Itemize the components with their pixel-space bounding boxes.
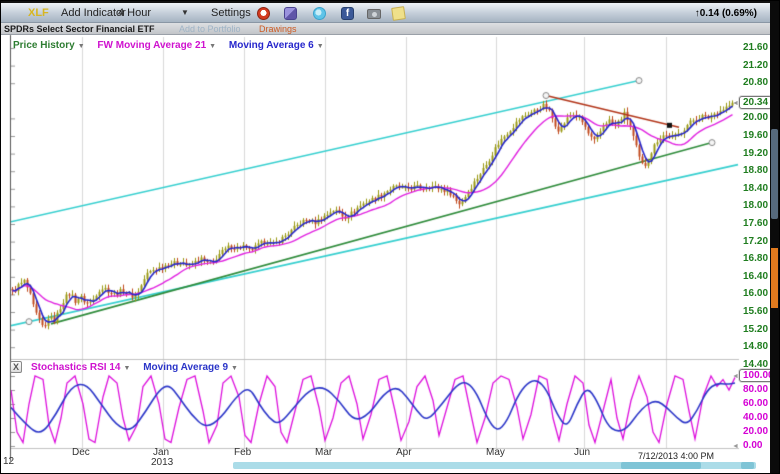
- scrollbar-marker: [771, 248, 778, 308]
- chart-canvas[interactable]: [1, 1, 780, 474]
- year-label: 2013: [151, 457, 173, 468]
- month-label: May: [486, 447, 505, 458]
- month-label: Apr: [396, 447, 412, 458]
- price-tick-label: 20.80: [743, 77, 768, 88]
- chevron-down-icon[interactable]: ▼: [78, 43, 85, 50]
- price-tick-label: 16.80: [743, 253, 768, 264]
- chevron-down-icon[interactable]: ▼: [123, 365, 130, 372]
- ma21-dropdown[interactable]: FW Moving Average 21: [97, 40, 206, 51]
- price-history-dropdown[interactable]: Price History: [13, 40, 75, 51]
- stoch-marker-arrow-icon: ◄: [732, 443, 739, 450]
- price-tick-label: 14.80: [743, 341, 768, 352]
- stoch-marker-arrow-icon: ◄: [732, 373, 739, 380]
- price-tick-label: 21.60: [743, 42, 768, 53]
- last-update-timestamp: 7/12/2013 4:00 PM: [638, 451, 714, 461]
- indicator-pane-legend: Stochastics RSI 14▼ Moving Average 9▼: [31, 362, 238, 373]
- year-label-left: 12: [3, 456, 14, 467]
- horizontal-scrollbar[interactable]: [233, 462, 756, 469]
- stoch-tick-label: 80.00: [743, 384, 768, 395]
- price-tick-label: 15.60: [743, 306, 768, 317]
- stoch-tick-label: 40.00: [743, 412, 768, 423]
- current-price-box: 20.34: [739, 96, 772, 109]
- price-tick-label: 16.40: [743, 271, 768, 282]
- month-label: Mar: [315, 447, 332, 458]
- price-tick-label: 19.20: [743, 148, 768, 159]
- scrollbar-segment[interactable]: [741, 462, 754, 469]
- price-tick-label: 18.00: [743, 200, 768, 211]
- price-tick-label: 15.20: [743, 324, 768, 335]
- chevron-down-icon[interactable]: ▼: [209, 43, 216, 50]
- price-tick-label: 19.60: [743, 130, 768, 141]
- month-label: Feb: [234, 447, 251, 458]
- ma9-dropdown[interactable]: Moving Average 9: [143, 362, 228, 373]
- stoch-tick-label: 60.00: [743, 398, 768, 409]
- price-tick-label: 21.20: [743, 60, 768, 71]
- price-marker-arrow-icon: ◄: [732, 100, 739, 107]
- indicator-close-button[interactable]: X: [10, 361, 22, 373]
- main-pane-legend: Price History▼ FW Moving Average 21▼ Mov…: [13, 40, 324, 51]
- stoch-tick-label: 0.00: [743, 440, 762, 451]
- chevron-down-icon[interactable]: ▼: [231, 365, 238, 372]
- price-tick-label: 18.80: [743, 165, 768, 176]
- price-tick-label: 18.40: [743, 183, 768, 194]
- scrollbar-thumb[interactable]: [771, 129, 778, 219]
- stochastics-dropdown[interactable]: Stochastics RSI 14: [31, 362, 120, 373]
- vertical-scrollbar[interactable]: [770, 1, 779, 474]
- price-tick-label: 17.60: [743, 218, 768, 229]
- scrollbar-segment[interactable]: [621, 462, 701, 469]
- month-label: Jun: [574, 447, 590, 458]
- month-label: Dec: [72, 447, 90, 458]
- stoch-tick-label: 20.00: [743, 426, 768, 437]
- price-tick-label: 20.00: [743, 112, 768, 123]
- price-tick-label: 16.00: [743, 288, 768, 299]
- charting-app-window: XLF Add Indicator 4 Hour ▼ Settings f ↑0…: [0, 0, 780, 474]
- price-tick-label: 17.20: [743, 236, 768, 247]
- chevron-down-icon[interactable]: ▼: [317, 43, 324, 50]
- ma6-dropdown[interactable]: Moving Average 6: [229, 40, 314, 51]
